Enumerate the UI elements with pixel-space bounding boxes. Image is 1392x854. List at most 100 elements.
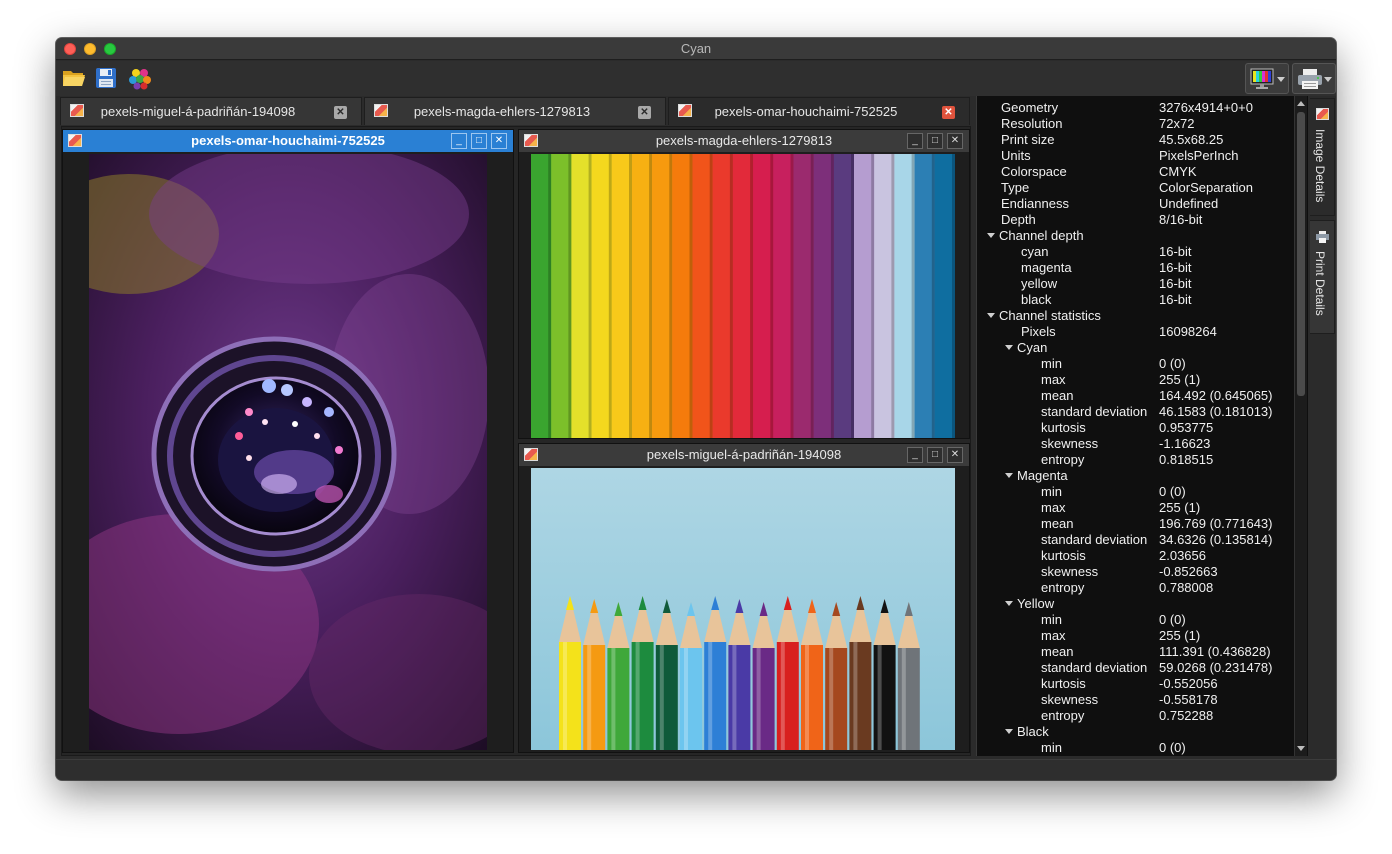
strip-shadow xyxy=(871,154,875,438)
detail-key: Yellow xyxy=(1017,596,1055,611)
subwindow-titlebar[interactable]: pexels-omar-houchaimi-752525 _ □ ✕ xyxy=(63,130,513,152)
subwindow-omar[interactable]: pexels-omar-houchaimi-752525 _ □ ✕ xyxy=(62,129,514,753)
toolbar xyxy=(56,61,1336,96)
expand-toggle-icon[interactable] xyxy=(987,313,995,318)
printer-icon xyxy=(1298,69,1322,89)
subwindow-titlebar[interactable]: pexels-miguel-á-padriñán-194098 _ □ ✕ xyxy=(519,444,969,466)
detail-value: 196.769 (0.771643) xyxy=(1159,516,1273,531)
close-subwindow-button[interactable]: ✕ xyxy=(947,133,963,149)
detail-key: entropy xyxy=(1041,452,1085,467)
detail-key: skewness xyxy=(1041,436,1099,451)
group-magenta[interactable]: Magenta xyxy=(977,468,1293,484)
floppy-save-icon[interactable] xyxy=(94,66,118,90)
subwindow-magda[interactable]: pexels-magda-ehlers-1279813 _ □ ✕ xyxy=(518,129,970,439)
detail-key: Cyan xyxy=(1017,340,1048,355)
chevron-down-icon[interactable] xyxy=(1277,77,1285,82)
photo-camera-lens xyxy=(89,154,487,750)
strip-shadow xyxy=(750,154,754,438)
detail-value: 0.788008 xyxy=(1159,580,1214,595)
detail-value: 0 (0) xyxy=(1159,484,1186,499)
detail-value: 2.03656 xyxy=(1159,548,1206,563)
detail-value: 0.953775 xyxy=(1159,420,1214,435)
tab-miguel[interactable]: pexels-miguel-á-padriñán-194098 ✕ xyxy=(60,97,362,125)
detail-value: 3276x4914+0+0 xyxy=(1159,100,1253,115)
detail-row: entropy 0.752288 xyxy=(977,708,1293,724)
folder-open-icon[interactable] xyxy=(62,66,86,90)
minimize-subwindow-button[interactable]: _ xyxy=(907,447,923,463)
close-tab-icon[interactable]: ✕ xyxy=(942,106,955,119)
detail-row: skewness -1.16623 xyxy=(977,436,1293,452)
detail-row: Endianness Undefined xyxy=(977,196,1293,212)
print-button[interactable] xyxy=(1292,63,1336,94)
detail-value: 0 (0) xyxy=(1159,356,1186,371)
detail-key: magenta xyxy=(1021,260,1072,275)
detail-key: Geometry xyxy=(1001,100,1059,115)
group-black[interactable]: Black xyxy=(977,724,1293,740)
detail-row: entropy 0.818515 xyxy=(977,452,1293,468)
detail-row: min 0 (0) xyxy=(977,740,1293,756)
strip-shadow xyxy=(952,154,955,438)
strip-shadow xyxy=(931,154,935,438)
detail-value: ColorSeparation xyxy=(1159,180,1253,195)
detail-value: 255 (1) xyxy=(1159,372,1201,387)
detail-key: Depth xyxy=(1001,212,1036,227)
tab-omar[interactable]: pexels-omar-houchaimi-752525 ✕ xyxy=(668,97,970,125)
strip-shadow xyxy=(790,154,794,438)
expand-toggle-icon[interactable] xyxy=(1005,345,1013,350)
tab-image-details[interactable]: Image Details xyxy=(1310,98,1335,216)
group-yellow[interactable]: Yellow xyxy=(977,596,1293,612)
detail-value: 59.0268 (0.231478) xyxy=(1159,660,1273,675)
group-channel-depth[interactable]: Channel depth xyxy=(977,228,1293,244)
detail-value: 16-bit xyxy=(1159,244,1192,259)
strip-shadow xyxy=(649,154,653,438)
scroll-down-icon[interactable] xyxy=(1297,746,1305,751)
tab-magda[interactable]: pexels-magda-ehlers-1279813 ✕ xyxy=(364,97,666,125)
group-channel-statistics[interactable]: Channel statistics xyxy=(977,308,1293,324)
expand-toggle-icon[interactable] xyxy=(1005,601,1013,606)
detail-row: mean 164.492 (0.645065) xyxy=(977,388,1293,404)
detail-row: standard deviation 59.0268 (0.231478) xyxy=(977,660,1293,676)
maximize-subwindow-button[interactable]: □ xyxy=(927,133,943,149)
detail-row: max 255 (1) xyxy=(977,372,1293,388)
detail-row: kurtosis 2.03656 xyxy=(977,548,1293,564)
detail-key: kurtosis xyxy=(1041,676,1086,691)
detail-row: max 255 (1) xyxy=(977,500,1293,516)
color-palette-icon[interactable] xyxy=(128,66,152,90)
expand-toggle-icon[interactable] xyxy=(1005,473,1013,478)
strip-shadow xyxy=(770,154,774,438)
minimize-subwindow-button[interactable]: _ xyxy=(451,133,467,149)
minimize-subwindow-button[interactable]: _ xyxy=(907,133,923,149)
detail-row: mean 196.769 (0.771643) xyxy=(977,516,1293,532)
expand-toggle-icon[interactable] xyxy=(987,233,995,238)
scroll-up-icon[interactable] xyxy=(1297,101,1305,106)
photo-paper-strips xyxy=(531,154,955,438)
detail-key: max xyxy=(1041,372,1066,387)
close-subwindow-button[interactable]: ✕ xyxy=(491,133,507,149)
detail-key: Units xyxy=(1001,148,1031,163)
detail-key: standard deviation xyxy=(1041,532,1148,547)
mdi-area: pexels-omar-houchaimi-752525 _ □ ✕ pexel… xyxy=(61,126,971,756)
maximize-subwindow-button[interactable]: □ xyxy=(471,133,487,149)
close-subwindow-button[interactable]: ✕ xyxy=(947,447,963,463)
detail-key: entropy xyxy=(1041,580,1085,595)
tab-print-details[interactable]: Print Details xyxy=(1310,220,1335,334)
image-file-icon xyxy=(1316,108,1329,120)
details-scrollbar[interactable] xyxy=(1294,96,1307,756)
group-cyan[interactable]: Cyan xyxy=(977,340,1293,356)
close-tab-icon[interactable]: ✕ xyxy=(638,106,651,119)
detail-row: min 0 (0) xyxy=(977,484,1293,500)
close-tab-icon[interactable]: ✕ xyxy=(334,106,347,119)
detail-value: 16-bit xyxy=(1159,292,1192,307)
maximize-subwindow-button[interactable]: □ xyxy=(927,447,943,463)
expand-toggle-icon[interactable] xyxy=(1005,729,1013,734)
subwindow-miguel[interactable]: pexels-miguel-á-padriñán-194098 _ □ ✕ xyxy=(518,443,970,753)
scrollbar-thumb[interactable] xyxy=(1297,112,1305,396)
subwindow-titlebar[interactable]: pexels-magda-ehlers-1279813 _ □ ✕ xyxy=(519,130,969,152)
strip-shadow xyxy=(689,154,693,438)
detail-value: 72x72 xyxy=(1159,116,1195,131)
display-profile-button[interactable] xyxy=(1245,63,1289,94)
detail-row: min 0 (0) xyxy=(977,356,1293,372)
strip-shadow xyxy=(588,154,592,438)
chevron-down-icon[interactable] xyxy=(1324,77,1332,82)
window-title: Cyan xyxy=(680,41,712,56)
